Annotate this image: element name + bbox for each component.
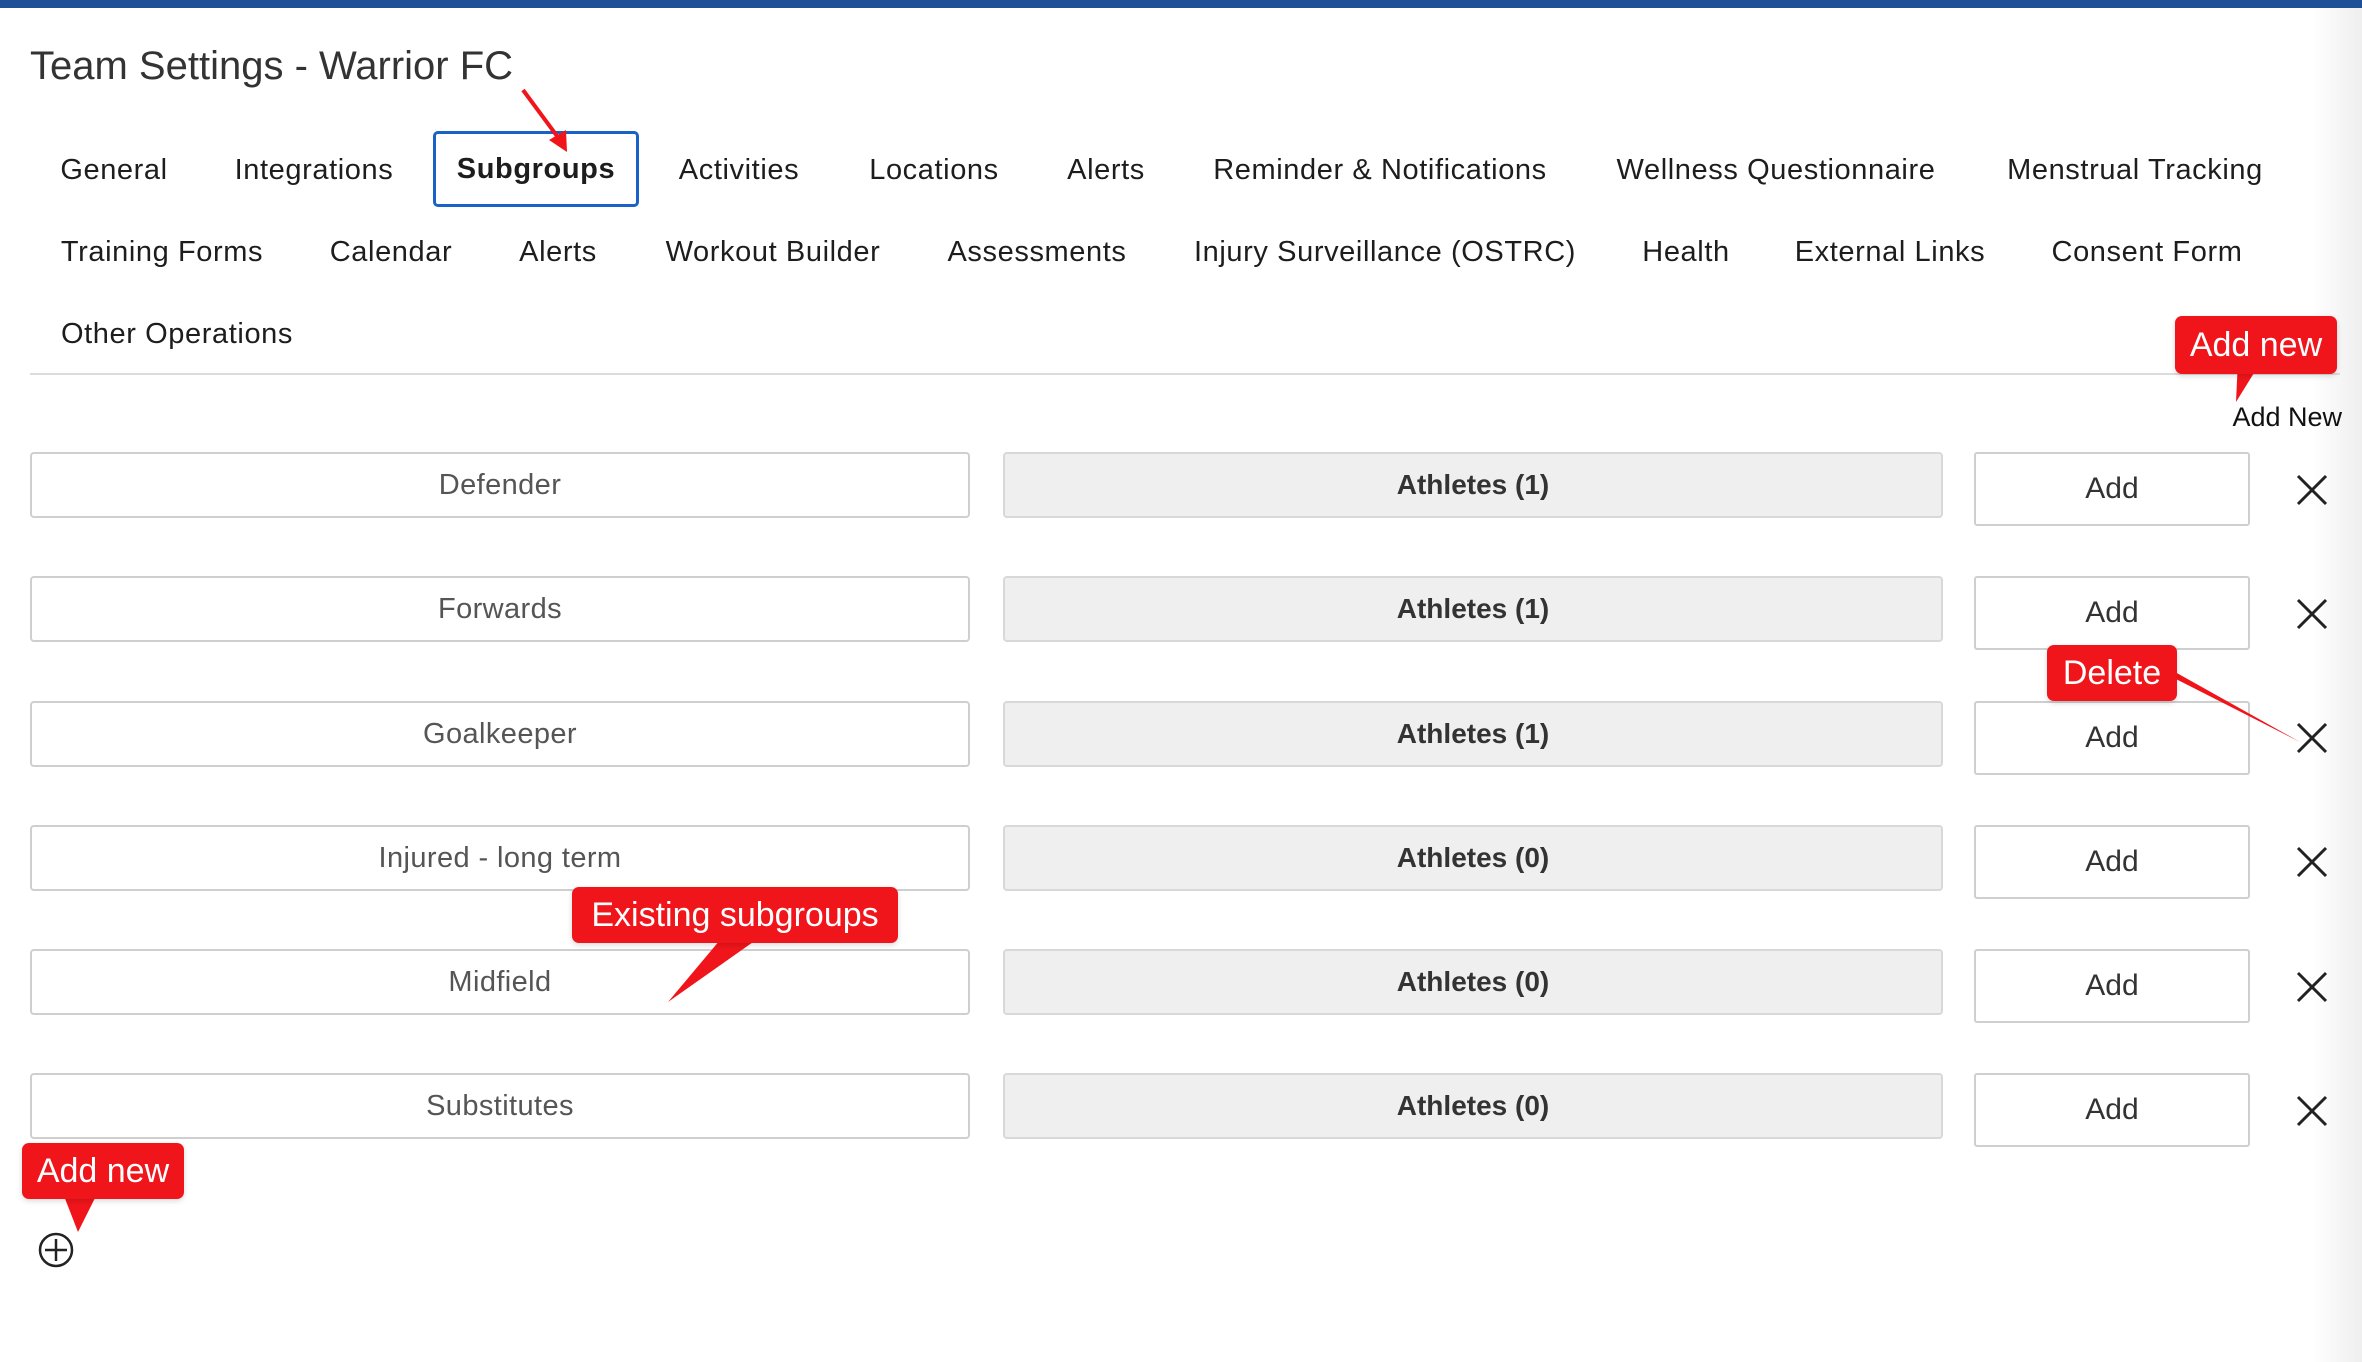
callout-existing-subgroups: Existing subgroups <box>572 887 898 943</box>
tab-integrations[interactable]: Integrations <box>216 132 412 208</box>
close-icon[interactable] <box>2292 1091 2332 1131</box>
subgroup-name-field[interactable]: Goalkeeper <box>30 701 970 767</box>
add-athlete-button[interactable]: Add <box>1974 452 2250 526</box>
tab-health[interactable]: Health <box>1630 214 1742 290</box>
tab-alerts[interactable]: Alerts <box>1054 132 1158 208</box>
tabs-divider <box>30 373 2340 375</box>
tab-training-forms[interactable]: Training Forms <box>44 214 280 290</box>
tab-assessments[interactable]: Assessments <box>934 214 1140 290</box>
athletes-button[interactable]: Athletes (1) <box>1003 452 1943 518</box>
top-accent-bar <box>0 0 2362 8</box>
subgroup-name-field[interactable]: Substitutes <box>30 1073 970 1139</box>
tab-reminder-notifications[interactable]: Reminder & Notifications <box>1198 132 1562 208</box>
scrollbar-shadow <box>2312 8 2362 1362</box>
tab-general[interactable]: General <box>44 132 184 208</box>
tab-external-links[interactable]: External Links <box>1782 214 1998 290</box>
subgroup-name-field[interactable]: Defender <box>30 452 970 518</box>
add-athlete-button[interactable]: Add <box>1974 701 2250 775</box>
add-athlete-button[interactable]: Add <box>1974 576 2250 650</box>
subgroup-name-field[interactable]: Midfield <box>30 949 970 1015</box>
tab-wellness-questionnaire[interactable]: Wellness Questionnaire <box>1602 132 1950 208</box>
callout-add-new-top: Add new <box>2175 316 2337 374</box>
athletes-button[interactable]: Athletes (1) <box>1003 701 1943 767</box>
tab-subgroups[interactable]: Subgroups <box>433 131 639 207</box>
tab-alerts-2[interactable]: Alerts <box>506 214 610 290</box>
tab-calendar[interactable]: Calendar <box>316 214 466 290</box>
plus-circle-icon[interactable] <box>36 1230 76 1270</box>
close-icon[interactable] <box>2292 594 2332 634</box>
tab-other-operations[interactable]: Other Operations <box>44 296 310 372</box>
close-icon[interactable] <box>2292 967 2332 1007</box>
athletes-button[interactable]: Athletes (0) <box>1003 825 1943 891</box>
tab-locations[interactable]: Locations <box>854 132 1014 208</box>
tab-injury-surveillance[interactable]: Injury Surveillance (OSTRC) <box>1180 214 1590 290</box>
close-icon[interactable] <box>2292 470 2332 510</box>
add-athlete-button[interactable]: Add <box>1974 949 2250 1023</box>
callout-delete: Delete <box>2047 645 2177 701</box>
subgroup-name-field[interactable]: Injured - long term <box>30 825 970 891</box>
tab-workout-builder[interactable]: Workout Builder <box>650 214 896 290</box>
page-title: Team Settings - Warrior FC <box>30 44 514 88</box>
close-icon[interactable] <box>2292 718 2332 758</box>
add-athlete-button[interactable]: Add <box>1974 825 2250 899</box>
tab-activities[interactable]: Activities <box>664 132 814 208</box>
add-new-link[interactable]: Add New <box>2212 397 2342 437</box>
athletes-button[interactable]: Athletes (1) <box>1003 576 1943 642</box>
subgroup-name-field[interactable]: Forwards <box>30 576 970 642</box>
tab-consent-form[interactable]: Consent Form <box>2036 214 2258 290</box>
athletes-button[interactable]: Athletes (0) <box>1003 949 1943 1015</box>
callout-add-new-bottom: Add new <box>22 1143 184 1199</box>
close-icon[interactable] <box>2292 842 2332 882</box>
athletes-button[interactable]: Athletes (0) <box>1003 1073 1943 1139</box>
tab-menstrual-tracking[interactable]: Menstrual Tracking <box>1990 132 2280 208</box>
add-athlete-button[interactable]: Add <box>1974 1073 2250 1147</box>
